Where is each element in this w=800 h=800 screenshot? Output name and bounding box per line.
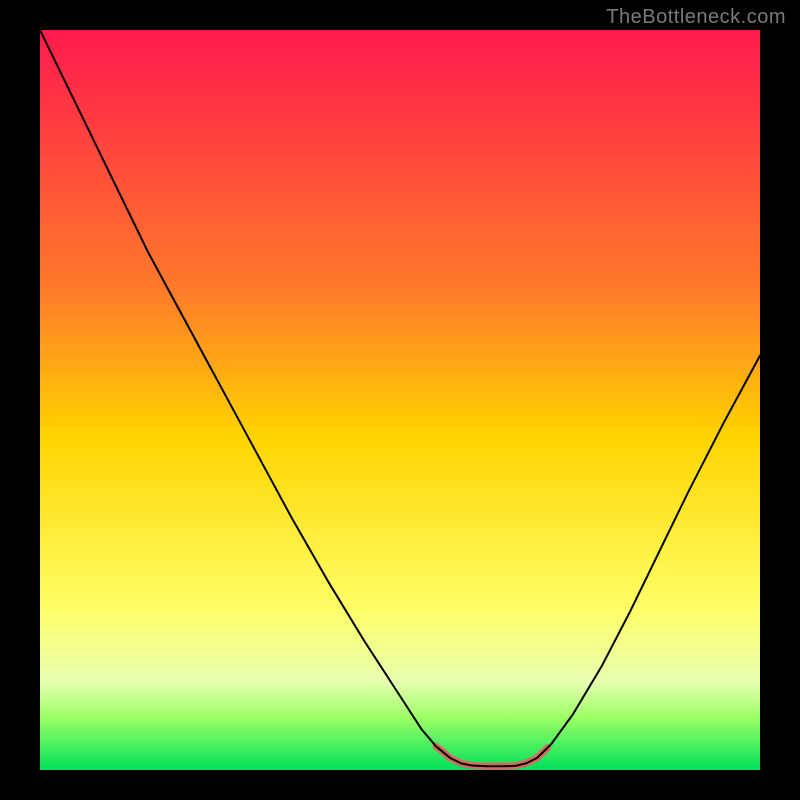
- bottleneck-chart: [0, 0, 800, 800]
- plot-background: [40, 30, 760, 770]
- chart-frame: TheBottleneck.com: [0, 0, 800, 800]
